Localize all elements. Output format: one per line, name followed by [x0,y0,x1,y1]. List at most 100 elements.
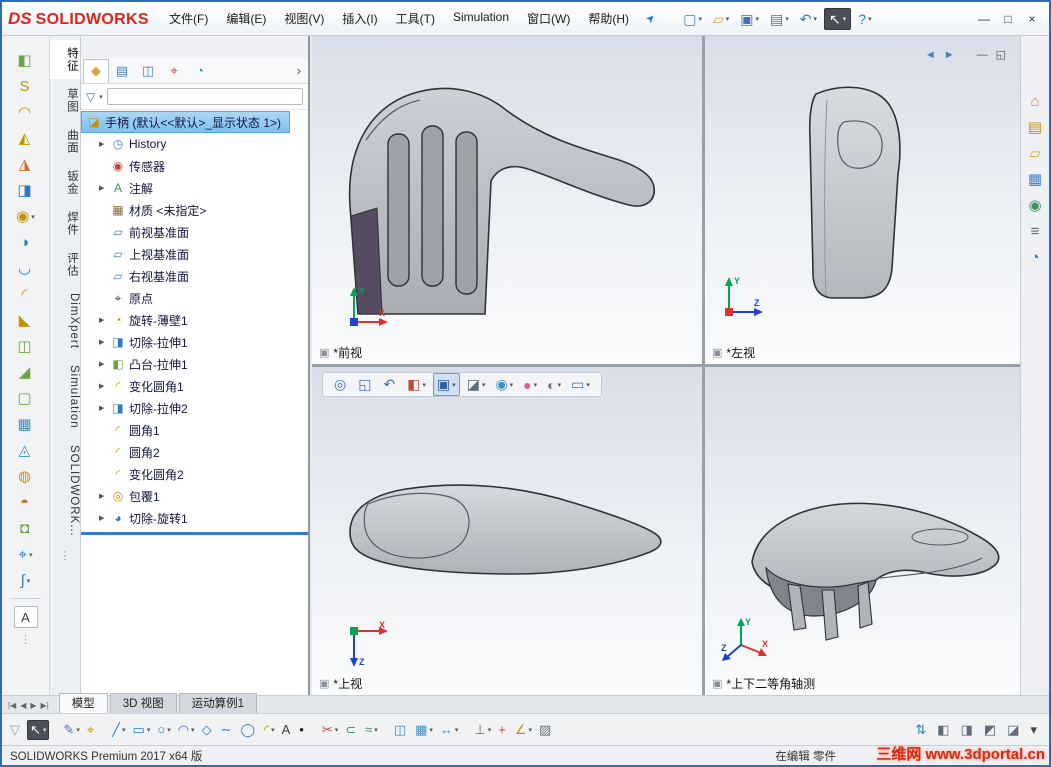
quick-snaps-button[interactable]: ∠ ▾ [513,721,534,739]
dimxpertmanager-tab[interactable]: ⌖ [161,59,187,83]
trim-entities-button[interactable]: ✂ ▾ [320,721,340,739]
circle-button[interactable]: ○ ▾ [155,721,172,739]
custom-properties-tab[interactable]: ≡ [1031,224,1040,239]
shell-button[interactable]: ▢ [17,388,33,409]
sketch-fillet-button[interactable]: ◜ ▾ [262,721,277,739]
view-top-button[interactable]: ◩ [982,721,998,739]
menu-item[interactable]: 编辑(E) [217,5,275,32]
reference-geometry-button[interactable]: ⌖ ▾ [19,544,33,565]
new-document-button[interactable]: ▢ ▾ [679,9,706,29]
tree-item[interactable]: ▶ ◎ 包覆1 [81,485,308,507]
tree-item[interactable]: ▶ ◔ 旋转-薄壁1 [81,309,308,331]
viewport-front[interactable]: Y X ▣ *前视 [312,36,702,364]
expand-arrow-icon[interactable]: ▶ [99,316,110,324]
first-tab-button[interactable]: |◀ [8,701,16,710]
swept-cut-button[interactable]: ◡ [18,258,33,279]
zoom-fit-button[interactable]: ◎ [331,374,351,395]
boundary-boss-button[interactable]: ◮ [19,154,33,175]
wrap-button[interactable]: ◍ [18,466,33,487]
expand-arrow-icon[interactable]: ▶ [99,514,110,522]
edit-appearance-button[interactable]: ● ▾ [520,375,540,395]
fillet-button[interactable]: ◜ [22,284,30,305]
view-iso-button[interactable]: ◪ [1005,721,1021,739]
featuremanager-tab[interactable]: ◆ [83,58,109,83]
view-front-button[interactable]: ◧ [935,721,951,739]
tab-weldments[interactable]: 焊件 [50,204,80,243]
tree-item[interactable]: ▱ 上视基准面 [81,243,308,265]
menu-item[interactable]: Simulation [444,5,518,32]
close-button[interactable]: × [1021,10,1043,28]
expand-arrow-icon[interactable]: ▶ [99,140,110,148]
menu-item[interactable]: 窗口(W) [518,5,579,32]
filter-funnel-icon[interactable]: ▽ [86,90,95,104]
undo-button[interactable]: ↶ ▾ [796,9,821,29]
menu-item[interactable]: 工具(T) [387,5,444,32]
chevron-down-icon[interactable]: ▾ [99,93,103,101]
polygon-button[interactable]: ◇ [200,721,216,739]
move-entities-button[interactable]: ↔ ▾ [438,721,461,739]
viewport-horizontal-splitter[interactable] [312,364,1020,367]
appearances-tab[interactable]: ◉ [1028,198,1041,213]
tab-3d-views[interactable]: 3D 视图 [109,693,177,713]
minimize-button[interactable]: — [973,10,995,28]
feature-filter-input[interactable] [106,88,303,105]
point-button[interactable]: • [297,721,308,739]
manager-overflow-button[interactable]: › [297,63,308,78]
display-relations-button[interactable]: ⊥ ▾ [472,721,493,739]
swept-boss-button[interactable]: ◠ [18,102,33,123]
tabstrip-drag-handle[interactable]: ⋮ [60,549,71,562]
select-tool-button[interactable]: ↖ ▾ [27,719,50,740]
tab-features[interactable]: 特征 [50,40,80,79]
configurationmanager-tab[interactable]: ◫ [135,59,161,83]
expand-arrow-icon[interactable]: ▶ [99,404,110,412]
tree-item[interactable]: ▱ 右视基准面 [81,265,308,287]
rectangle-button[interactable]: ▭ ▾ [131,721,153,739]
tree-item[interactable]: ▶ ◕ 切除-旋转1 [81,507,308,529]
design-library-tab[interactable]: ▤ [1028,120,1042,135]
extruded-cut-button[interactable]: ◨ [17,180,33,201]
last-tab-button[interactable]: ▶| [41,701,49,710]
sketch-button[interactable]: ✎ ▾ [61,721,81,739]
revolved-boss-button[interactable]: S [19,76,31,97]
menu-item[interactable]: 文件(F) [160,5,217,32]
text-button[interactable]: A [280,721,295,739]
tab-motion-study[interactable]: 运动算例1 [178,693,258,713]
tab-evaluate[interactable]: 评估 [50,245,80,284]
expand-arrow-icon[interactable]: ▶ [99,382,110,390]
forum-tab[interactable]: ◔ [1030,250,1039,265]
tree-root-item[interactable]: ◪ 手柄 (默认<<默认>_显示状态 1>) [81,111,291,133]
view-palette-tab[interactable]: ▦ [1028,172,1042,187]
tab-dimxpert[interactable]: DimXpert [50,286,80,356]
repair-sketch-button[interactable]: + [496,721,510,739]
annotation-button[interactable]: A [13,606,38,628]
next-tab-button[interactable]: ▶ [30,701,36,710]
expand-arrow-icon[interactable]: ▶ [99,338,110,346]
convert-entities-button[interactable]: ⊂ [343,721,360,739]
mirror-entities-button[interactable]: ◫ [392,721,410,739]
chamfer-button[interactable]: ◣ [19,310,33,331]
apply-scene-button[interactable]: ◐ ▾ [544,375,564,395]
offset-entities-button[interactable]: ≈ ▾ [363,721,380,739]
toolbar-options-button[interactable]: ▾ [1028,721,1039,739]
tab-solidworks-addins[interactable]: SOLIDWORK... [50,438,80,544]
tree-item[interactable]: ▶ A 注解 [81,177,308,199]
view-right-button[interactable]: ◨ [959,721,975,739]
view-orientation-button[interactable]: ▣ ▾ [432,373,460,396]
open-button[interactable]: ▱ ▾ [709,9,733,29]
tab-simulation[interactable]: Simulation [50,358,80,436]
smart-dimension-button[interactable]: ⌖ [85,721,98,739]
menu-item[interactable]: 帮助(H) [579,5,638,32]
file-explorer-tab[interactable]: ▱ [1029,146,1041,161]
ellipse-button[interactable]: ◯ [238,721,259,739]
tree-item[interactable]: ◜ 圆角1 [81,419,308,441]
tab-sheet-metal[interactable]: 钣金 [50,163,80,202]
tree-item[interactable]: ▶ ◧ 凸台-拉伸1 [81,353,308,375]
help-button[interactable]: ? ▾ [854,9,875,29]
tab-surfaces[interactable]: 曲面 [50,122,80,161]
doc-back-button[interactable]: ◄ [925,49,936,61]
sketch-picture-button[interactable]: ▨ [537,721,555,739]
hole-wizard-button[interactable]: ◉ ▾ [16,206,35,227]
maximize-button[interactable]: □ [997,10,1019,28]
previous-view-button[interactable]: ↶ [380,374,400,395]
mirror-button[interactable]: ◬ [19,440,33,461]
